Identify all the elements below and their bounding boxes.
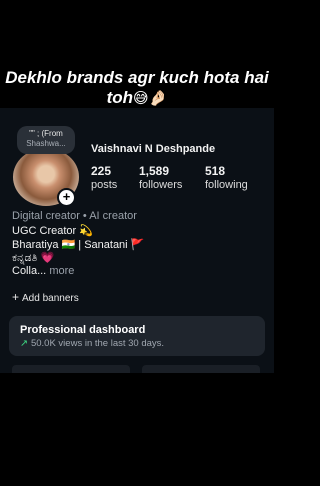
bio-line-3: ಕನ್ನಡತಿ 💗 <box>12 252 55 264</box>
button-edge-right <box>142 365 260 373</box>
add-banners-label: Add banners <box>22 293 79 304</box>
note-line-1: "" ; (From <box>29 129 63 138</box>
stat-value: 1,589 <box>139 164 170 178</box>
plus-icon: + <box>12 290 20 304</box>
trend-up-icon: ↗ <box>20 338 28 349</box>
bio-line-4: Colla... more <box>12 265 74 278</box>
stat-label: followers <box>139 179 183 191</box>
stat-posts[interactable]: 225 posts <box>91 164 117 192</box>
stat-value: 225 <box>91 164 112 178</box>
stat-label: posts <box>91 179 118 191</box>
add-story-icon[interactable]: + <box>57 188 76 207</box>
bio-line-1: UGC Creator 💫 <box>12 225 93 237</box>
dashboard-subtitle: ↗ 50.0K views in the last 30 days. <box>20 338 164 349</box>
stat-value: 518 <box>205 164 226 178</box>
bio-line-2: Bharatiya 🇮🇳 | Sanatani 🚩 <box>12 239 145 251</box>
note-bubble[interactable]: "" ; (From Shashwa... <box>17 126 75 154</box>
stat-following[interactable]: 518 following <box>205 164 248 192</box>
dashboard-title: Professional dashboard <box>20 324 146 336</box>
dashboard-views-text: 50.0K views in the last 30 days. <box>30 338 165 349</box>
bio-truncated-text: Colla... <box>12 265 47 277</box>
professional-dashboard-card[interactable]: Professional dashboard ↗ 50.0K views in t… <box>9 316 265 356</box>
add-banners-button[interactable]: + Add banners <box>12 289 90 305</box>
stat-followers[interactable]: 1,589 followers <box>139 164 182 192</box>
profile-name: Vaishnavi N Deshpande <box>91 143 216 155</box>
caption-emoji: 😅🤌🏻 <box>133 90 168 107</box>
button-edge-left <box>12 365 130 373</box>
note-line-2: Shashwa... <box>26 139 66 148</box>
overlay-caption: Dekhlo brands agr kuch hota hai toh😅🤌🏻 <box>0 68 274 109</box>
category-label: Digital creator • AI creator <box>12 210 137 222</box>
video-frame: Dekhlo brands agr kuch hota hai toh😅🤌🏻 "… <box>0 0 274 486</box>
stat-label: following <box>205 179 248 191</box>
bio-more-link[interactable]: more <box>49 265 74 277</box>
